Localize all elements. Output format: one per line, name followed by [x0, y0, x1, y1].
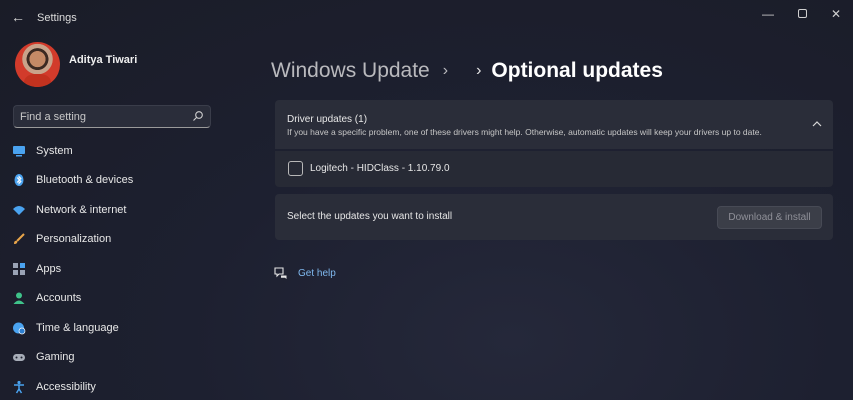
sidebar-item-accounts[interactable]: Accounts [0, 284, 230, 314]
sidebar-item-label: Personalization [36, 233, 112, 246]
search-icon[interactable] [192, 110, 204, 122]
sidebar-item-label: Time & language [36, 321, 119, 334]
title-bar: ← Settings — ✕ [0, 0, 853, 34]
help-icon[interactable] [274, 266, 288, 280]
search-box[interactable] [13, 105, 211, 128]
maximize-icon [797, 9, 807, 18]
wifi-icon [12, 203, 26, 217]
page-title: Optional updates [491, 59, 663, 82]
sidebar-item-personalization[interactable]: Personalization [0, 225, 230, 255]
apps-icon [12, 262, 26, 276]
chevron-right-icon: › [476, 62, 482, 79]
sidebar-item-label: Accounts [36, 292, 82, 305]
sidebar-item-accessibility[interactable]: Accessibility [0, 372, 230, 400]
chevron-right-icon: › [442, 62, 449, 79]
get-help-link[interactable]: Get help [298, 268, 336, 279]
settings-window: ← Settings — ✕ Aditya Tiwari System Blue… [0, 0, 853, 400]
sidebar-item-label: Apps [36, 262, 62, 275]
install-panel: Select the updates you want to install D… [275, 194, 833, 240]
install-instruction: Select the updates you want to install [287, 211, 453, 222]
sidebar-item-label: System [36, 144, 73, 157]
sidebar-item-time-language[interactable]: Time & language [0, 313, 230, 343]
download-install-button[interactable]: Download & install [717, 206, 822, 229]
sidebar-item-network[interactable]: Network & internet [0, 195, 230, 225]
sidebar-nav: System Bluetooth & devices Network & int… [0, 136, 230, 400]
sidebar-item-system[interactable]: System [0, 136, 230, 166]
back-button[interactable]: ← [10, 9, 26, 25]
brush-icon [12, 232, 26, 246]
sidebar-item-gaming[interactable]: Gaming [0, 343, 230, 373]
sidebar-item-apps[interactable]: Apps [0, 254, 230, 284]
driver-updates-description: If you have a specific problem, one of t… [287, 127, 762, 137]
minimize-button[interactable]: — [758, 6, 778, 22]
breadcrumb-windows-update[interactable]: Windows Update [271, 59, 430, 83]
maximize-button[interactable] [792, 6, 812, 22]
driver-label: Logitech - HIDClass - 1.10.79.0 [310, 163, 450, 174]
driver-updates-title: Driver updates (1) [287, 114, 368, 125]
sidebar-item-label: Network & internet [36, 203, 127, 216]
sidebar-item-label: Gaming [36, 351, 75, 364]
monitor-icon [12, 144, 26, 158]
search-input[interactable] [20, 109, 188, 125]
chevron-up-icon[interactable] [811, 118, 823, 130]
accessibility-icon [12, 380, 26, 394]
app-title: Settings [37, 12, 77, 24]
close-button[interactable]: ✕ [826, 6, 846, 22]
driver-checkbox[interactable] [288, 161, 303, 176]
gamepad-icon [12, 350, 26, 364]
person-icon [12, 291, 26, 305]
driver-item-row[interactable]: Logitech - HIDClass - 1.10.79.0 [275, 151, 833, 187]
sidebar-item-bluetooth[interactable]: Bluetooth & devices [0, 166, 230, 196]
bluetooth-icon [12, 173, 26, 187]
breadcrumb: Windows Update › › Optional updates [271, 59, 663, 83]
globe-clock-icon [12, 321, 26, 335]
avatar[interactable] [15, 42, 60, 87]
user-name: Aditya Tiwari [69, 54, 138, 66]
sidebar-item-label: Bluetooth & devices [36, 174, 134, 187]
sidebar-item-label: Accessibility [36, 380, 96, 393]
driver-updates-header[interactable]: Driver updates (1) If you have a specifi… [275, 100, 833, 149]
